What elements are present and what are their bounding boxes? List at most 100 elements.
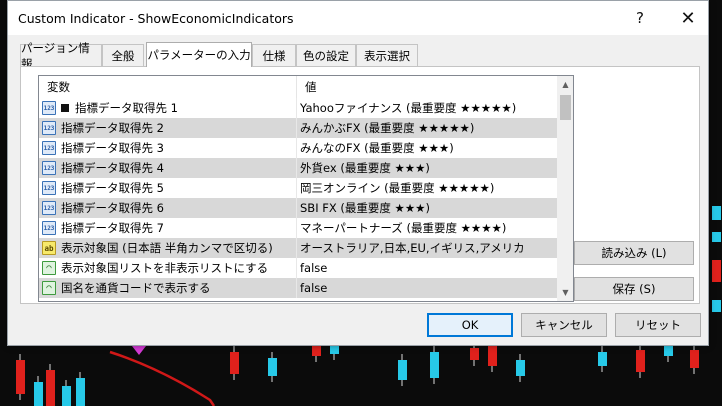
row-variable: 指標データ取得先 5 [61, 178, 164, 198]
candle-body [398, 360, 407, 380]
tab-display-select[interactable]: 表示選択 [356, 44, 418, 66]
candle-body [598, 352, 607, 366]
close-button[interactable]: ✕ [668, 5, 708, 31]
bool-icon: ⌒ [42, 261, 56, 275]
row-variable-label: 国名を通貨コードで表示する [61, 281, 211, 295]
row-variable-label: 指標データ取得先 6 [61, 201, 164, 215]
row-variable-label: 指標データ取得先 1 [75, 101, 178, 115]
ok-button[interactable]: OK [427, 313, 513, 337]
column-separator [296, 138, 297, 158]
reset-button[interactable]: リセット [615, 313, 701, 337]
row-variable: 指標データ取得先 6 [61, 198, 164, 218]
row-value[interactable]: オーストラリア,日本,EU,イギリス,アメリカ [300, 238, 525, 258]
row-variable-label: 表示対象国リストを非表示リストにする [61, 261, 269, 275]
candle-body [46, 370, 55, 406]
vertical-scrollbar[interactable]: ▲ ▼ [557, 76, 573, 301]
custom-indicator-dialog: Custom Indicator - ShowEconomicIndicator… [7, 0, 709, 346]
row-value[interactable]: みんなのFX (最重要度 ★★★) [300, 138, 454, 158]
column-separator [296, 218, 297, 238]
candle-body [62, 386, 71, 406]
int-123-icon: 123 [42, 221, 56, 235]
table-row[interactable]: 123 指標データ取得先 7 マネーパートナーズ (最重要度 ★★★★) [39, 218, 557, 238]
table-row[interactable]: ⌒ 表示対象国リストを非表示リストにする false [39, 258, 557, 278]
candle-body [712, 206, 721, 220]
int-123-icon: 123 [42, 101, 56, 115]
load-button[interactable]: 読み込み (L) [574, 241, 694, 265]
window-title: Custom Indicator - ShowEconomicIndicator… [18, 11, 294, 26]
candle-body [636, 350, 645, 372]
candle-body [690, 350, 699, 368]
tab-colors[interactable]: 色の設定 [296, 44, 356, 66]
row-value[interactable]: みんかぶFX (最重要度 ★★★★★) [300, 118, 474, 138]
row-variable: 指標データ取得先 3 [61, 138, 164, 158]
table-row[interactable]: 123 指標データ取得先 2 みんかぶFX (最重要度 ★★★★★) [39, 118, 557, 138]
row-variable: 国名を通貨コードで表示する [61, 278, 211, 298]
int-123-icon: 123 [42, 141, 56, 155]
candle-body [488, 346, 497, 366]
row-variable: 指標データ取得先 2 [61, 118, 164, 138]
row-variable-label: 指標データ取得先 4 [61, 161, 164, 175]
table-row[interactable]: 123 指標データ取得先 5 岡三オンライン (最重要度 ★★★★★) [39, 178, 557, 198]
candle-body [712, 300, 721, 312]
cancel-button[interactable]: キャンセル [521, 313, 607, 337]
row-variable: 表示対象国リストを非表示リストにする [61, 258, 268, 278]
grid-header: 変数 値 [39, 76, 557, 98]
candle-body [516, 360, 525, 376]
row-value[interactable]: マネーパートナーズ (最重要度 ★★★★) [300, 218, 506, 238]
table-row[interactable]: ab 表示対象国 (日本語 半角カンマで区切る) オーストラリア,日本,EU,イギリ… [39, 238, 557, 258]
tab-general[interactable]: 全般 [102, 44, 144, 66]
candle-body [16, 360, 25, 394]
row-variable: 表示対象国 (日本語 半角カンマで区切る) [61, 238, 273, 258]
row-value[interactable]: SBI FX (最重要度 ★★★) [300, 198, 430, 218]
row-value[interactable]: 外貨ex (最重要度 ★★★) [300, 158, 430, 178]
row-variable: 指標データ取得先 4 [61, 158, 164, 178]
scroll-thumb[interactable] [560, 95, 571, 120]
row-value[interactable]: Yahooファイナンス (最重要度 ★★★★★) [300, 98, 516, 118]
tab-version-info[interactable]: パージョン情報 [20, 41, 102, 71]
column-separator [296, 278, 297, 298]
table-row[interactable]: 123 指標データ取得先 3 みんなのFX (最重要度 ★★★) [39, 138, 557, 158]
candle-body [76, 378, 85, 406]
string-ab-icon: ab [42, 241, 56, 255]
help-button[interactable]: ? [620, 5, 660, 31]
table-row[interactable]: 123 指標データ取得先 1 Yahooファイナンス (最重要度 ★★★★★) [39, 98, 557, 118]
row-value[interactable]: false [300, 278, 327, 298]
row-variable-label: 指標データ取得先 5 [61, 181, 164, 195]
tab-specification[interactable]: 仕様 [252, 44, 296, 66]
table-row[interactable]: 123 指標データ取得先 4 外貨ex (最重要度 ★★★) [39, 158, 557, 178]
row-variable: 指標データ取得先 7 [61, 218, 164, 238]
row-value[interactable]: false [300, 258, 327, 278]
help-icon: ? [636, 9, 644, 27]
scroll-up-icon[interactable]: ▲ [557, 76, 573, 93]
bool-icon: ⌒ [42, 281, 56, 295]
title-bar: Custom Indicator - ShowEconomicIndicator… [8, 1, 708, 35]
header-variable[interactable]: 変数 [39, 76, 297, 98]
candle-body [664, 346, 673, 356]
selected-marker-icon [61, 104, 69, 112]
table-row[interactable]: ⌒ 国名を通貨コードで表示する false [39, 278, 557, 298]
int-123-icon: 123 [42, 181, 56, 195]
candle-body [268, 358, 277, 376]
row-variable-label: 指標データ取得先 2 [61, 121, 164, 135]
tab-parameters[interactable]: パラメーターの入力 [146, 42, 252, 67]
parameters-panel: 変数 値 123 指標データ取得先 1 Yahooファイナンス (最重要度 ★★★★… [20, 66, 700, 304]
candle-body [330, 346, 339, 354]
candle-body [470, 348, 479, 360]
close-icon: ✕ [680, 7, 696, 29]
column-separator [296, 198, 297, 218]
table-row[interactable]: 123 指標データ取得先 6 SBI FX (最重要度 ★★★) [39, 198, 557, 218]
column-separator [296, 118, 297, 138]
row-value[interactable]: 岡三オンライン (最重要度 ★★★★★) [300, 178, 494, 198]
row-variable: 指標データ取得先 1 [61, 98, 178, 118]
column-separator [296, 258, 297, 278]
int-123-icon: 123 [42, 161, 56, 175]
candle-body [430, 352, 439, 378]
header-value[interactable]: 値 [297, 76, 557, 98]
candle-body [34, 382, 43, 406]
column-separator [296, 178, 297, 198]
scroll-down-icon[interactable]: ▼ [557, 284, 573, 301]
column-separator [296, 98, 297, 118]
row-variable-label: 表示対象国 (日本語 半角カンマで区切る) [61, 241, 273, 255]
row-variable-label: 指標データ取得先 3 [61, 141, 164, 155]
save-button[interactable]: 保存 (S) [574, 277, 694, 301]
